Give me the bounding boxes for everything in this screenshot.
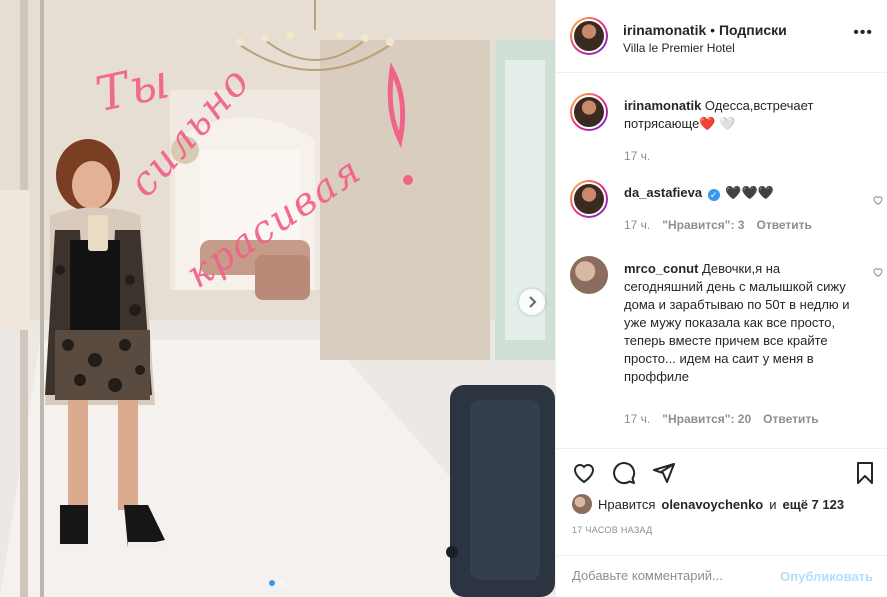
liker-username[interactable]: olenavoychenko bbox=[661, 497, 763, 512]
post-timestamp[interactable]: 17 ЧАСОВ НАЗАД bbox=[572, 525, 653, 535]
comment-avatar[interactable] bbox=[570, 180, 608, 218]
separator-dot: • bbox=[710, 22, 716, 38]
liker-avatar[interactable] bbox=[572, 494, 592, 514]
chevron-right-icon bbox=[529, 296, 537, 308]
author-line: irinamonatik • Подписки bbox=[623, 22, 787, 38]
post-location[interactable]: Villa le Premier Hotel bbox=[623, 41, 735, 55]
comment-reply-button[interactable]: Ответить bbox=[756, 218, 811, 232]
comment-like-heart-icon[interactable] bbox=[872, 194, 884, 206]
comment-meta: 17 ч. "Нравится": 20 Ответить bbox=[624, 412, 819, 426]
caption-username[interactable]: irinamonatik bbox=[624, 98, 701, 113]
publish-button[interactable]: Опубликовать bbox=[780, 569, 873, 584]
comment-reply-button[interactable]: Ответить bbox=[763, 412, 818, 426]
likes-others-count[interactable]: ещё 7 123 bbox=[783, 497, 845, 512]
comment-time[interactable]: 17 ч. bbox=[624, 218, 650, 232]
caption-time[interactable]: 17 ч. bbox=[624, 149, 650, 163]
verified-badge-icon: ✓ bbox=[707, 189, 720, 201]
comment-text: 🖤🖤🖤 bbox=[725, 185, 774, 200]
author-username[interactable]: irinamonatik bbox=[623, 22, 706, 38]
comment-likes[interactable]: "Нравится": 3 bbox=[662, 218, 744, 232]
more-options-icon[interactable]: ••• bbox=[853, 25, 873, 41]
comment-like-heart-icon[interactable] bbox=[872, 266, 884, 278]
caption-body: irinamonatik Одесса,встречает потрясающе… bbox=[624, 97, 860, 133]
comment-likes[interactable]: "Нравится": 20 bbox=[662, 412, 751, 426]
author-avatar[interactable] bbox=[570, 17, 608, 55]
comment-body: da_astafieva ✓ 🖤🖤🖤 bbox=[624, 184, 860, 202]
heart-icon[interactable] bbox=[572, 461, 596, 485]
likes-summary: Нравится olenavoychenko и ещё 7 123 bbox=[572, 494, 844, 514]
bookmark-icon[interactable] bbox=[853, 461, 877, 485]
photo-scene bbox=[0, 0, 555, 597]
caption-avatar[interactable] bbox=[570, 93, 608, 131]
comments-list[interactable]: irinamonatik Одесса,встречает потрясающе… bbox=[556, 74, 887, 448]
post-photo[interactable]: Ты сильно красивая bbox=[0, 0, 555, 597]
comment-input[interactable] bbox=[572, 568, 772, 583]
post-actions: Нравится olenavoychenko и ещё 7 123 17 Ч… bbox=[556, 448, 887, 597]
add-comment-form: Опубликовать bbox=[556, 555, 887, 597]
caption-meta: 17 ч. bbox=[624, 149, 650, 163]
comment-body: mrco_conut Девочки,я на сегодняшний день… bbox=[624, 260, 860, 386]
comment-meta: 17 ч. "Нравится": 3 Ответить bbox=[624, 218, 812, 232]
carousel-dots bbox=[269, 580, 285, 586]
comment-username[interactable]: da_astafieva bbox=[624, 185, 702, 200]
follow-status-button[interactable]: Подписки bbox=[719, 22, 787, 38]
post-header: irinamonatik • Подписки Villa le Premier… bbox=[556, 0, 887, 73]
carousel-dot-1[interactable] bbox=[269, 580, 275, 586]
comment-avatar[interactable] bbox=[570, 256, 608, 294]
comment-text: Девочки,я на сегодняшний день с малышкой… bbox=[624, 261, 850, 384]
action-icons bbox=[572, 461, 676, 485]
comment-username[interactable]: mrco_conut bbox=[624, 261, 698, 276]
comment-icon[interactable] bbox=[612, 461, 636, 485]
caption-emoji: ❤️ 🤍 bbox=[699, 116, 736, 131]
carousel-dot-2[interactable] bbox=[279, 580, 285, 586]
likes-prefix: Нравится bbox=[598, 496, 656, 512]
likes-and: и bbox=[769, 496, 777, 512]
carousel-next-button[interactable] bbox=[519, 289, 545, 315]
post-side-panel: irinamonatik • Подписки Villa le Premier… bbox=[555, 0, 887, 597]
comment-time[interactable]: 17 ч. bbox=[624, 412, 650, 426]
share-icon[interactable] bbox=[652, 461, 676, 485]
